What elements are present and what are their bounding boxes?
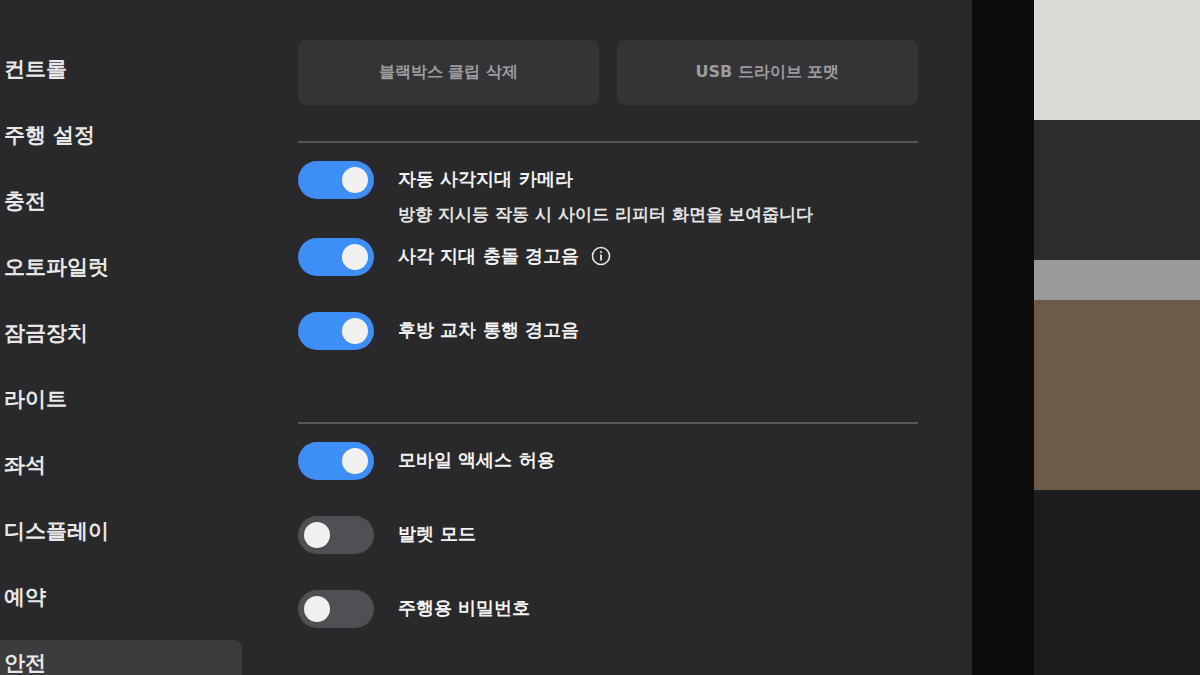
- toggle-switch[interactable]: [298, 161, 374, 199]
- sidebar-item[interactable]: 안전: [0, 640, 242, 675]
- car-interior: [1034, 0, 1200, 675]
- toggle-text: 사각 지대 충돌 경고음: [398, 238, 611, 268]
- action-button[interactable]: 블랙박스 클립 삭제: [298, 40, 599, 105]
- button-row: 블랙박스 클립 삭제 USB 드라이브 포맷: [298, 40, 918, 105]
- sidebar-item[interactable]: 오토파일럿: [0, 244, 242, 290]
- toggle-label: 후방 교차 통행 경고음: [398, 318, 579, 342]
- toggle-label: 자동 사각지대 카메라: [398, 167, 813, 191]
- sidebar-item[interactable]: 좌석: [0, 442, 242, 488]
- sidebar-item[interactable]: 잠금장치: [0, 310, 242, 356]
- page: 컨트롤주행 설정충전오토파일럿잠금장치라이트좌석디스플레이예약안전블랙박스 클립…: [0, 0, 1200, 675]
- toggle-row: 후방 교차 통행 경고음: [298, 312, 918, 386]
- toggle-knob: [342, 244, 368, 270]
- settings-content: 블랙박스 클립 삭제 USB 드라이브 포맷자동 사각지대 카메라방향 지시등 작…: [298, 0, 918, 675]
- toggle-text: 후방 교차 통행 경고음: [398, 312, 579, 342]
- settings-screen: 컨트롤주행 설정충전오토파일럿잠금장치라이트좌석디스플레이예약안전블랙박스 클립…: [0, 0, 972, 675]
- sidebar-item[interactable]: 라이트: [0, 376, 242, 422]
- divider: [298, 141, 918, 143]
- toggle-text: 모바일 액세스 허용: [398, 442, 555, 472]
- toggle-label: 주행용 비밀번호: [398, 596, 530, 620]
- toggle-text: 발렛 모드: [398, 516, 476, 546]
- toggle-knob: [304, 522, 330, 548]
- toggle-text: 주행용 비밀번호: [398, 590, 530, 620]
- toggle-description: 방향 지시등 작동 시 사이드 리피터 화면을 보여줍니다: [398, 203, 813, 226]
- toggle-row: 사각 지대 충돌 경고음: [298, 238, 918, 312]
- toggle-switch[interactable]: [298, 590, 374, 628]
- toggle-knob: [342, 167, 368, 193]
- info-icon[interactable]: [591, 246, 611, 266]
- sidebar-item[interactable]: 충전: [0, 178, 242, 224]
- toggle-knob: [304, 596, 330, 622]
- toggle-label: 모바일 액세스 허용: [398, 448, 555, 472]
- sidebar-item[interactable]: 디스플레이: [0, 508, 242, 554]
- toggle-row: 모바일 액세스 허용: [298, 442, 918, 516]
- toggle-knob: [342, 318, 368, 344]
- toggle-group: 자동 사각지대 카메라방향 지시등 작동 시 사이드 리피터 화면을 보여줍니다…: [298, 161, 918, 386]
- toggle-row: 주행용 비밀번호: [298, 590, 918, 664]
- toggle-switch[interactable]: [298, 516, 374, 554]
- action-button[interactable]: USB 드라이브 포맷: [617, 40, 918, 105]
- sidebar-item[interactable]: 컨트롤: [0, 46, 242, 92]
- toggle-label: 발렛 모드: [398, 522, 476, 546]
- sidebar: 컨트롤주행 설정충전오토파일럿잠금장치라이트좌석디스플레이예약안전: [0, 0, 242, 675]
- sidebar-item[interactable]: 주행 설정: [0, 112, 242, 158]
- toggle-label: 사각 지대 충돌 경고음: [398, 244, 611, 268]
- sidebar-item[interactable]: 예약: [0, 574, 242, 620]
- toggle-text: 자동 사각지대 카메라방향 지시등 작동 시 사이드 리피터 화면을 보여줍니다: [398, 161, 813, 238]
- toggle-group: 모바일 액세스 허용발렛 모드주행용 비밀번호: [298, 442, 918, 664]
- screen-bezel: [972, 0, 1034, 675]
- toggle-switch[interactable]: [298, 442, 374, 480]
- toggle-row: 발렛 모드: [298, 516, 918, 590]
- divider: [298, 422, 918, 424]
- toggle-switch[interactable]: [298, 312, 374, 350]
- toggle-row: 자동 사각지대 카메라방향 지시등 작동 시 사이드 리피터 화면을 보여줍니다: [298, 161, 918, 238]
- toggle-knob: [342, 448, 368, 474]
- toggle-switch[interactable]: [298, 238, 374, 276]
